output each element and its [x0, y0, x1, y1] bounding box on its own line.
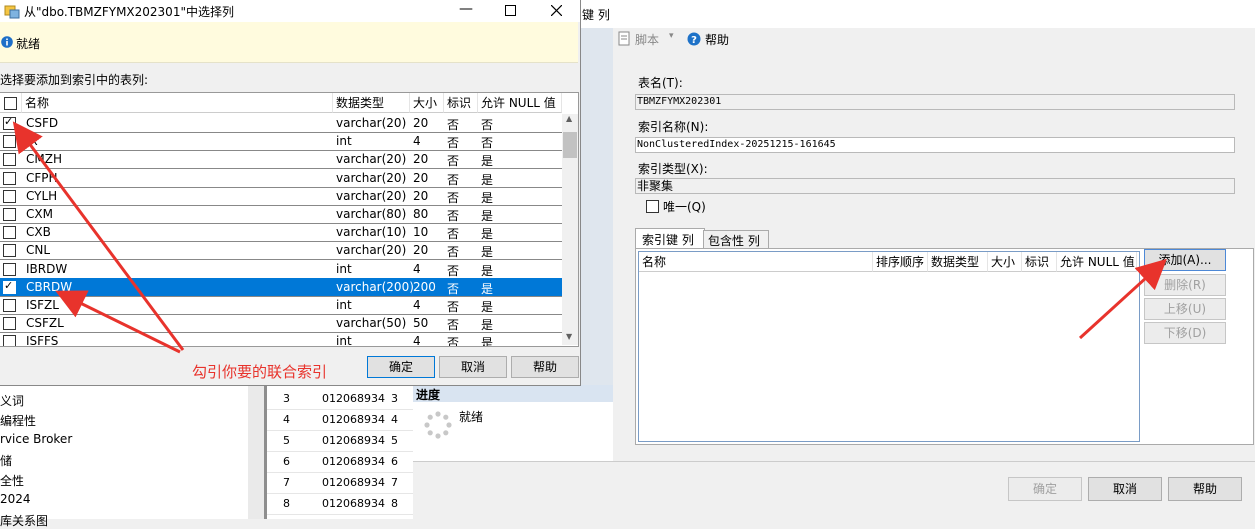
- annotation-text: 勾引你要的联合索引: [192, 363, 328, 381]
- arrow-to-csfd: [12, 121, 185, 351]
- arrow-to-add-button: [1078, 258, 1167, 340]
- annotation-arrows: [12, 121, 1167, 354]
